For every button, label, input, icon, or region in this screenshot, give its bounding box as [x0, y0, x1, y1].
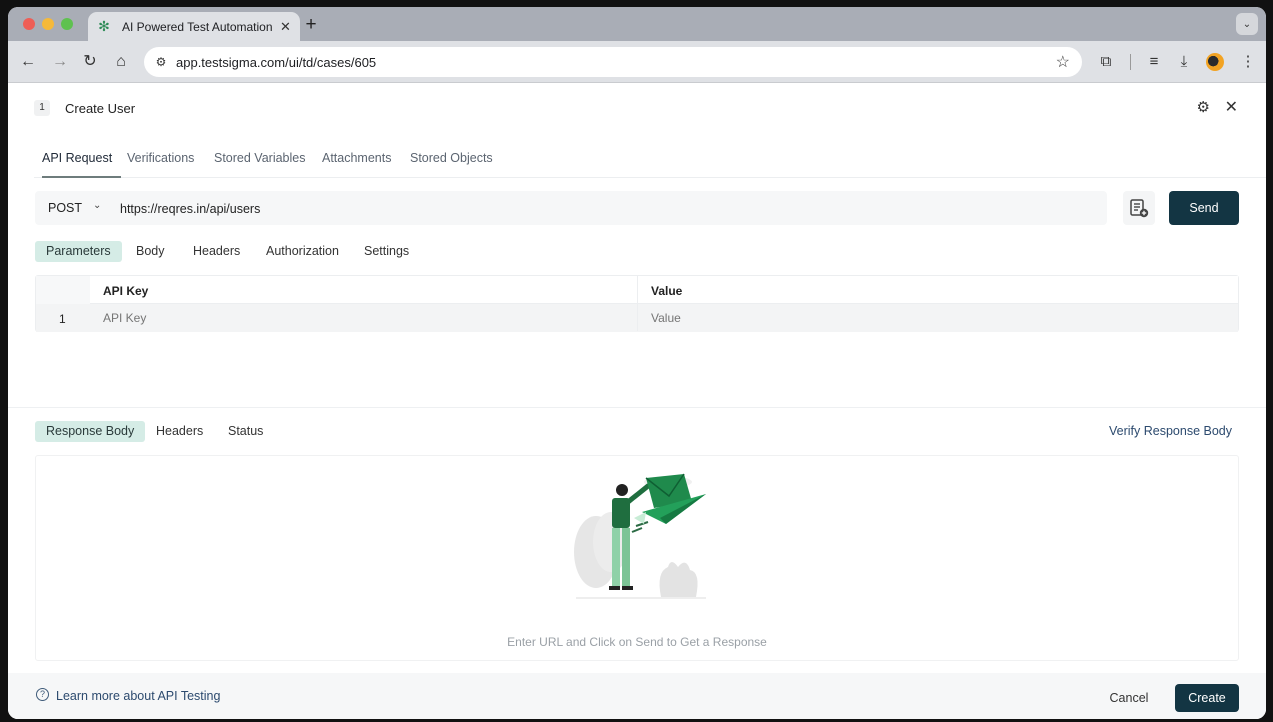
toolbar-divider	[1130, 54, 1131, 70]
browser-window: ✻ AI Powered Test Automation P ✕ + ⌄ ← →…	[8, 7, 1266, 719]
minimize-window-button[interactable]	[42, 18, 54, 30]
cancel-button[interactable]: Cancel	[1098, 685, 1160, 711]
send-mail-illustration-icon	[574, 473, 706, 599]
main-tabs: API Request Verifications Stored Variabl…	[34, 138, 1266, 178]
tab-stored-objects[interactable]: Stored Objects	[410, 151, 493, 165]
request-bar: POST ⌄ https://reqres.in/api/users	[35, 191, 1107, 225]
tab-response-headers[interactable]: Headers	[156, 421, 203, 442]
browser-toolbar: ← → ↻ ⌂ ⚙ app.testsigma.com/ui/td/cases/…	[8, 41, 1266, 83]
tab-authorization[interactable]: Authorization	[266, 241, 339, 262]
response-panel: Enter URL and Click on Send to Get a Res…	[35, 455, 1239, 661]
verify-response-body-link[interactable]: Verify Response Body	[1109, 424, 1232, 438]
playlist-icon[interactable]: ≡	[1144, 52, 1164, 72]
star-icon[interactable]: ☆	[1056, 52, 1070, 72]
api-step-dialog: 1 Create User ⚙ ✕ API Request Verificati…	[8, 83, 1266, 719]
index-header-cell	[36, 276, 90, 304]
reload-icon[interactable]: ↻	[80, 52, 100, 72]
url-text[interactable]: app.testsigma.com/ui/td/cases/605	[176, 55, 376, 70]
step-title[interactable]: Create User	[65, 101, 135, 116]
address-bar[interactable]: ⚙ app.testsigma.com/ui/td/cases/605 ☆	[144, 47, 1082, 77]
dialog-header: 1 Create User ⚙ ✕	[8, 83, 1266, 131]
tab-body[interactable]: Body	[136, 241, 165, 262]
send-button[interactable]: Send	[1169, 191, 1239, 225]
api-key-input[interactable]	[103, 311, 623, 325]
close-window-button[interactable]	[23, 18, 35, 30]
kebab-icon[interactable]: ⋮	[1238, 52, 1258, 72]
puzzle-icon[interactable]: ⧉	[1096, 52, 1116, 72]
tab-search-chevron-icon[interactable]: ⌄	[1236, 13, 1258, 35]
column-divider	[637, 276, 638, 331]
help-circle-icon: ?	[36, 688, 49, 701]
tab-title: AI Powered Test Automation P	[122, 19, 272, 34]
document-add-icon	[1130, 199, 1149, 218]
empty-response-message: Enter URL and Click on Send to Get a Res…	[507, 635, 767, 649]
step-number-badge: 1	[34, 100, 50, 116]
tab-strip: ✻ AI Powered Test Automation P ✕ + ⌄	[8, 7, 1266, 41]
testsigma-favicon-icon: ✻	[98, 18, 110, 34]
close-tab-icon[interactable]: ✕	[280, 19, 291, 35]
parameters-table: API Key Value 1	[35, 275, 1239, 332]
column-header-value: Value	[651, 284, 683, 298]
add-template-button[interactable]	[1123, 191, 1155, 225]
browser-tab[interactable]: ✻ AI Powered Test Automation P ✕	[88, 12, 300, 41]
download-icon[interactable]: ⤓	[1174, 52, 1194, 72]
maximize-window-button[interactable]	[61, 18, 73, 30]
tab-response-status[interactable]: Status	[228, 421, 263, 442]
tab-settings[interactable]: Settings	[364, 241, 409, 262]
row-index: 1	[59, 312, 66, 326]
profile-avatar[interactable]	[1206, 53, 1224, 71]
gear-icon[interactable]: ⚙	[1197, 98, 1210, 116]
tab-verifications[interactable]: Verifications	[127, 151, 194, 165]
learn-more-link[interactable]: Learn more about API Testing	[56, 689, 220, 703]
home-icon[interactable]: ⌂	[111, 52, 131, 72]
tab-headers[interactable]: Headers	[193, 241, 240, 262]
section-divider	[8, 407, 1266, 408]
value-input[interactable]	[651, 311, 1211, 325]
tab-response-body[interactable]: Response Body	[35, 421, 146, 442]
dialog-footer: ? Learn more about API Testing Cancel Cr…	[8, 673, 1266, 719]
close-icon[interactable]: ✕	[1225, 97, 1238, 117]
tab-stored-variables[interactable]: Stored Variables	[214, 151, 306, 165]
arrow-left-icon[interactable]: ←	[18, 52, 38, 72]
tab-api-request[interactable]: API Request	[42, 151, 112, 165]
url-input[interactable]: https://reqres.in/api/users	[120, 202, 260, 216]
column-header-api-key: API Key	[103, 284, 149, 298]
tune-icon[interactable]: ⚙	[152, 53, 170, 71]
chevron-down-icon[interactable]: ⌄	[93, 200, 101, 211]
active-tab-underline	[42, 176, 121, 178]
create-button[interactable]: Create	[1175, 684, 1239, 712]
method-select[interactable]: POST	[48, 201, 82, 215]
tab-attachments[interactable]: Attachments	[322, 151, 391, 165]
arrow-right-icon[interactable]: →	[50, 52, 70, 72]
new-tab-icon[interactable]: +	[301, 14, 321, 36]
tab-parameters[interactable]: Parameters	[35, 241, 122, 262]
